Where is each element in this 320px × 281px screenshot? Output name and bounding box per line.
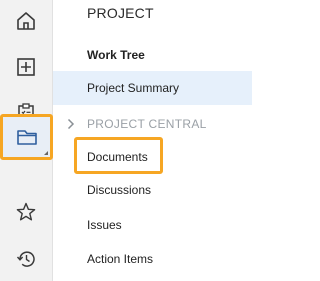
- menu-item-project-summary[interactable]: Project Summary: [53, 71, 252, 105]
- section-project-central[interactable]: PROJECT CENTRAL: [53, 107, 252, 141]
- menu-item-discussions[interactable]: Discussions: [53, 173, 252, 207]
- project-navigation-panel: PROJECT Work Tree Project Summary PROJEC…: [53, 0, 252, 281]
- star-icon: [16, 202, 36, 221]
- home-icon: [17, 12, 35, 30]
- section-label: PROJECT CENTRAL: [87, 117, 207, 131]
- submenu-indicator-icon: [44, 151, 48, 155]
- home-button[interactable]: [9, 4, 43, 38]
- menu-item-issues[interactable]: Issues: [53, 208, 252, 242]
- menu-item-action-items[interactable]: Action Items: [53, 242, 252, 276]
- documents-rail-button[interactable]: [0, 114, 53, 160]
- add-button[interactable]: [9, 50, 43, 84]
- icon-rail: [0, 0, 53, 281]
- favorites-button[interactable]: [9, 195, 43, 229]
- menu-item-label: Discussions: [87, 183, 152, 197]
- menu-item-work-tree[interactable]: Work Tree: [53, 38, 252, 72]
- menu-item-label: Work Tree: [87, 48, 145, 62]
- chevron-right-icon: [67, 118, 75, 130]
- menu-item-label: Project Summary: [87, 81, 180, 95]
- history-button[interactable]: [9, 242, 43, 276]
- history-icon: [16, 251, 35, 267]
- menu-item-label: Documents: [87, 150, 148, 164]
- folder-icon: [16, 130, 37, 145]
- menu-item-documents[interactable]: Documents: [53, 140, 252, 174]
- menu-item-label: Issues: [87, 218, 122, 232]
- panel-title: PROJECT: [87, 5, 154, 21]
- add-box-icon: [17, 58, 35, 76]
- menu-item-label: Action Items: [87, 252, 154, 266]
